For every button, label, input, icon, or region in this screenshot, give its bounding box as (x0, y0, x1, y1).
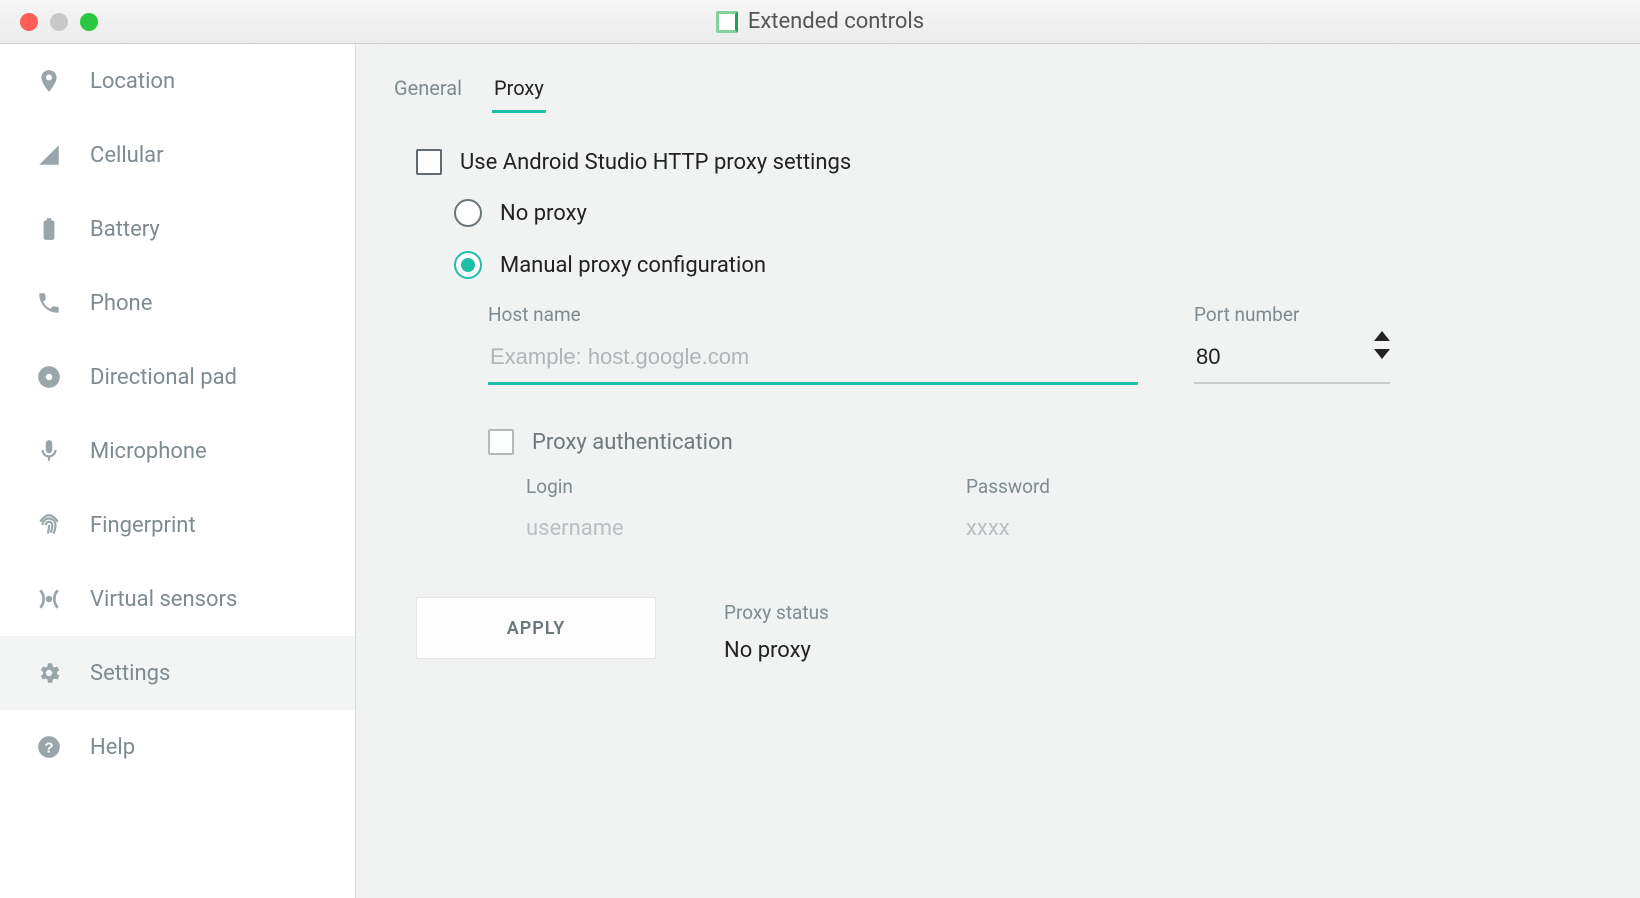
sidebar-item-label: Battery (90, 217, 160, 242)
no-proxy-label: No proxy (500, 201, 587, 226)
sidebar-item-help[interactable]: ? Help (0, 710, 355, 784)
host-port-block: Host name Port number (416, 303, 1590, 385)
proxy-auth-label: Proxy authentication (532, 430, 733, 455)
sidebar-item-label: Virtual sensors (90, 587, 237, 612)
window-zoom-button[interactable] (80, 13, 98, 31)
apply-row: APPLY Proxy status No proxy (416, 597, 1590, 663)
app-icon (716, 11, 738, 33)
manual-proxy-row: Manual proxy configuration (416, 251, 1590, 279)
use-studio-proxy-row: Use Android Studio HTTP proxy settings (416, 149, 1590, 175)
location-icon (34, 66, 64, 96)
dpad-icon (34, 362, 64, 392)
main-content: General Proxy Use Android Studio HTTP pr… (356, 44, 1640, 898)
manual-proxy-label: Manual proxy configuration (500, 253, 766, 278)
login-label: Login (526, 475, 846, 498)
password-label: Password (966, 475, 1286, 498)
proxy-status-value: No proxy (724, 638, 829, 663)
proxy-status-block: Proxy status No proxy (724, 597, 829, 663)
fingerprint-icon (34, 510, 64, 540)
microphone-icon (34, 436, 64, 466)
sidebar-item-fingerprint[interactable]: Fingerprint (0, 488, 355, 562)
port-step-down[interactable] (1374, 349, 1390, 359)
port-input[interactable] (1194, 336, 1390, 384)
proxy-status-label: Proxy status (724, 601, 829, 624)
port-label: Port number (1194, 303, 1390, 326)
port-field: Port number (1194, 303, 1390, 385)
sidebar: Location Cellular Battery Phone Directio (0, 44, 356, 898)
settings-icon (34, 658, 64, 688)
sensors-icon (34, 584, 64, 614)
sidebar-item-label: Settings (90, 661, 170, 686)
sidebar-item-label: Location (90, 69, 175, 94)
svg-text:?: ? (44, 739, 53, 756)
manual-proxy-radio[interactable] (454, 251, 482, 279)
cellular-icon (34, 140, 64, 170)
port-spinner (1374, 331, 1390, 359)
settings-tabs: General Proxy (392, 68, 1590, 113)
password-field: Password xxxx (966, 475, 1286, 549)
window-title: Extended controls (748, 9, 924, 34)
sidebar-item-label: Fingerprint (90, 513, 196, 538)
apply-button[interactable]: APPLY (416, 597, 656, 659)
host-field: Host name (488, 303, 1138, 385)
auth-fields: Login username Password xxxx (488, 475, 1590, 549)
sidebar-item-label: Microphone (90, 439, 207, 464)
sidebar-item-label: Phone (90, 291, 152, 316)
login-input[interactable]: username (526, 508, 846, 549)
sidebar-item-phone[interactable]: Phone (0, 266, 355, 340)
sidebar-item-sensors[interactable]: Virtual sensors (0, 562, 355, 636)
window-minimize-button[interactable] (50, 13, 68, 31)
proxy-auth-block: Proxy authentication Login username Pass… (416, 429, 1590, 549)
sidebar-item-dpad[interactable]: Directional pad (0, 340, 355, 414)
no-proxy-row: No proxy (416, 199, 1590, 227)
battery-icon (34, 214, 64, 244)
tab-general[interactable]: General (392, 68, 464, 113)
use-studio-proxy-label: Use Android Studio HTTP proxy settings (460, 150, 851, 175)
window-close-button[interactable] (20, 13, 38, 31)
use-studio-proxy-checkbox[interactable] (416, 149, 442, 175)
phone-icon (34, 288, 64, 318)
help-icon: ? (34, 732, 64, 762)
sidebar-item-microphone[interactable]: Microphone (0, 414, 355, 488)
sidebar-item-location[interactable]: Location (0, 44, 355, 118)
tab-proxy[interactable]: Proxy (492, 68, 546, 113)
sidebar-item-label: Cellular (90, 143, 164, 168)
traffic-lights (20, 13, 98, 31)
host-input[interactable] (488, 336, 1138, 385)
login-field: Login username (526, 475, 846, 549)
password-input[interactable]: xxxx (966, 508, 1286, 549)
no-proxy-radio[interactable] (454, 199, 482, 227)
sidebar-item-cellular[interactable]: Cellular (0, 118, 355, 192)
proxy-form: Use Android Studio HTTP proxy settings N… (386, 113, 1590, 663)
sidebar-item-label: Help (90, 735, 135, 760)
sidebar-item-label: Directional pad (90, 365, 237, 390)
window-titlebar: Extended controls (0, 0, 1640, 44)
host-label: Host name (488, 303, 1138, 326)
sidebar-item-battery[interactable]: Battery (0, 192, 355, 266)
sidebar-item-settings[interactable]: Settings (0, 636, 355, 710)
port-step-up[interactable] (1374, 331, 1390, 341)
proxy-auth-checkbox[interactable] (488, 429, 514, 455)
